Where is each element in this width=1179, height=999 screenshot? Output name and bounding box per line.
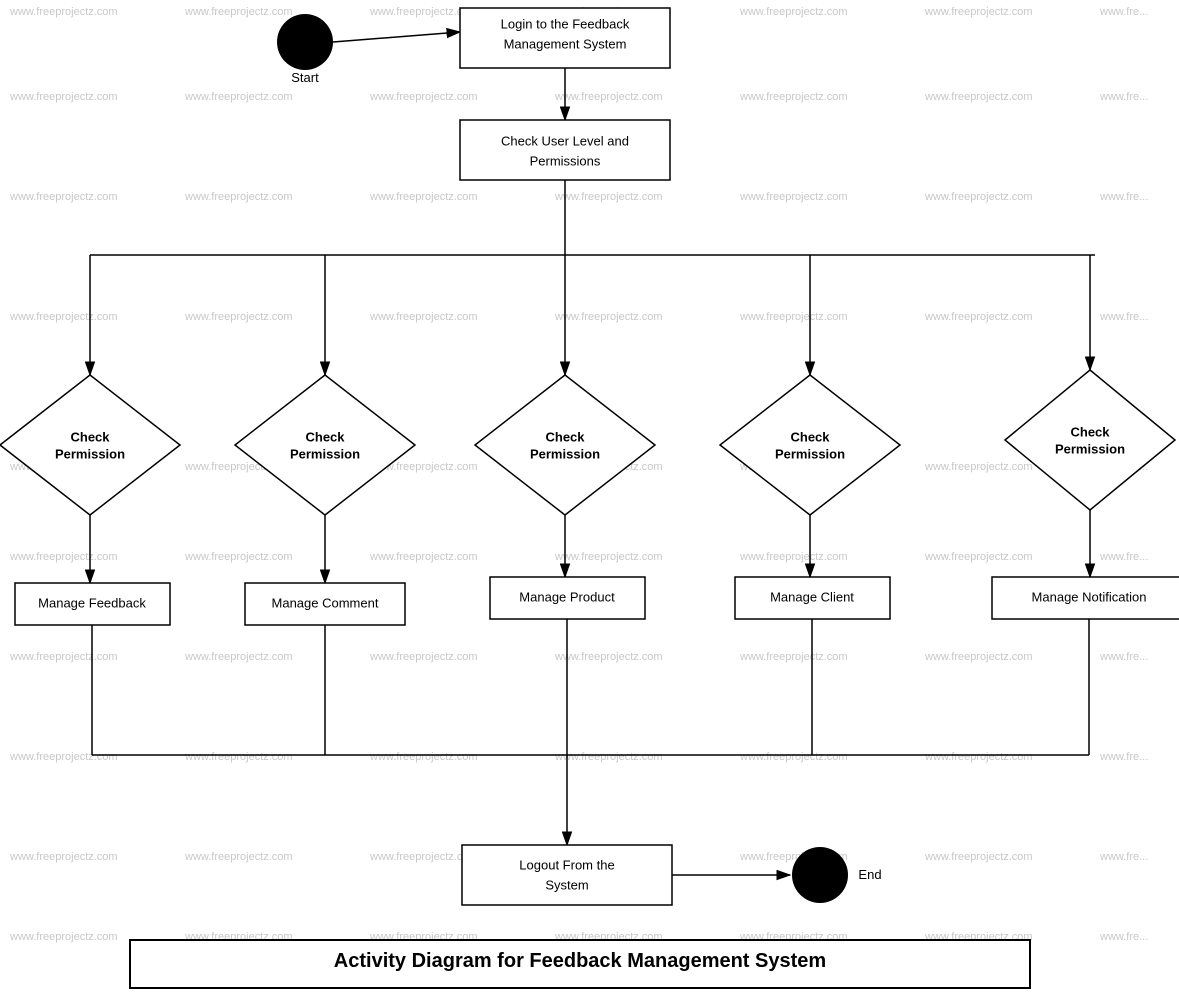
diamond3 — [475, 375, 655, 515]
svg-text:www.freeprojectz.com: www.freeprojectz.com — [184, 551, 293, 563]
svg-text:www.freeprojectz.com: www.freeprojectz.com — [554, 551, 663, 563]
svg-text:www.freeprojectz.com: www.freeprojectz.com — [924, 551, 1033, 563]
svg-text:www.freeprojectz.com: www.freeprojectz.com — [9, 311, 118, 323]
svg-text:www.freeprojectz.com: www.freeprojectz.com — [554, 751, 663, 763]
svg-text:www.freeprojectz.com: www.freeprojectz.com — [369, 751, 478, 763]
diamond5-text2: Permission — [1055, 441, 1125, 456]
logout-text2: System — [545, 877, 588, 892]
svg-text:www.freeprojectz.com: www.freeprojectz.com — [184, 751, 293, 763]
svg-text:www.freeprojectz.com: www.freeprojectz.com — [924, 311, 1033, 323]
diamond5 — [1005, 370, 1175, 510]
manage-client-text: Manage Client — [770, 589, 854, 604]
svg-text:www.freeprojectz.com: www.freeprojectz.com — [739, 91, 848, 103]
check-level-box — [460, 120, 670, 180]
svg-text:www.freeprojectz.com: www.freeprojectz.com — [924, 6, 1033, 18]
svg-text:www.fre...: www.fre... — [1099, 191, 1148, 203]
svg-text:www.freeprojectz.com: www.freeprojectz.com — [9, 91, 118, 103]
svg-text:www.freeprojectz.com: www.freeprojectz.com — [924, 91, 1033, 103]
manage-comment-text: Manage Comment — [272, 595, 379, 610]
svg-text:www.freeprojectz.com: www.freeprojectz.com — [554, 651, 663, 663]
svg-text:www.freeprojectz.com: www.freeprojectz.com — [924, 651, 1033, 663]
diamond1 — [0, 375, 180, 515]
svg-text:www.freeprojectz.com: www.freeprojectz.com — [739, 751, 848, 763]
login-text-line1: Login to the Feedback — [501, 16, 630, 31]
end-circle — [792, 847, 848, 903]
svg-text:www.fre...: www.fre... — [1099, 551, 1148, 563]
logout-text1: Logout From the — [519, 857, 614, 872]
svg-text:www.freeprojectz.com: www.freeprojectz.com — [924, 751, 1033, 763]
svg-text:www.freeprojectz.com: www.freeprojectz.com — [739, 311, 848, 323]
check-level-text2: Permissions — [530, 153, 601, 168]
diagram-container: www.freeprojectz.com www.freeprojectz.co… — [0, 0, 1179, 994]
diamond2-text1: Check — [305, 429, 345, 444]
diamond4-text2: Permission — [775, 446, 845, 461]
svg-text:www.freeprojectz.com: www.freeprojectz.com — [9, 751, 118, 763]
manage-feedback-text: Manage Feedback — [38, 595, 146, 610]
svg-text:www.freeprojectz.com: www.freeprojectz.com — [369, 551, 478, 563]
login-text-line2: Management System — [504, 36, 627, 51]
svg-text:www.freeprojectz.com: www.freeprojectz.com — [554, 191, 663, 203]
svg-text:www.freeprojectz.com: www.freeprojectz.com — [9, 191, 118, 203]
diamond3-text2: Permission — [530, 446, 600, 461]
logout-box — [462, 845, 672, 905]
svg-text:www.freeprojectz.com: www.freeprojectz.com — [369, 91, 478, 103]
svg-text:www.freeprojectz.com: www.freeprojectz.com — [9, 651, 118, 663]
end-label: End — [858, 867, 881, 882]
svg-text:www.freeprojectz.com: www.freeprojectz.com — [739, 6, 848, 18]
svg-text:www.freeprojectz.com: www.freeprojectz.com — [9, 851, 118, 863]
diamond1-text1: Check — [70, 429, 110, 444]
svg-text:www.freeprojectz.com: www.freeprojectz.com — [9, 931, 118, 943]
svg-text:www.freeprojectz.com: www.freeprojectz.com — [184, 191, 293, 203]
svg-text:www.freeprojectz.com: www.freeprojectz.com — [184, 311, 293, 323]
svg-text:www.freeprojectz.com: www.freeprojectz.com — [924, 461, 1033, 473]
svg-text:www.fre...: www.fre... — [1099, 751, 1148, 763]
svg-text:www.fre...: www.fre... — [1099, 851, 1148, 863]
svg-text:www.freeprojectz.com: www.freeprojectz.com — [184, 651, 293, 663]
svg-text:www.fre...: www.fre... — [1099, 651, 1148, 663]
svg-text:www.freeprojectz.com: www.freeprojectz.com — [369, 191, 478, 203]
diamond2 — [235, 375, 415, 515]
svg-text:www.freeprojectz.com: www.freeprojectz.com — [184, 851, 293, 863]
svg-text:www.freeprojectz.com: www.freeprojectz.com — [554, 91, 663, 103]
svg-text:www.freeprojectz.com: www.freeprojectz.com — [184, 6, 293, 18]
start-circle — [277, 14, 333, 70]
diagram-title: Activity Diagram for Feedback Management… — [334, 950, 826, 972]
diamond4 — [720, 375, 900, 515]
svg-text:www.freeprojectz.com: www.freeprojectz.com — [184, 91, 293, 103]
diamond1-text2: Permission — [55, 446, 125, 461]
svg-text:www.freeprojectz.com: www.freeprojectz.com — [739, 551, 848, 563]
svg-text:www.fre...: www.fre... — [1099, 91, 1148, 103]
svg-text:www.freeprojectz.com: www.freeprojectz.com — [924, 851, 1033, 863]
svg-text:www.freeprojectz.com: www.freeprojectz.com — [924, 191, 1033, 203]
svg-text:www.freeprojectz.com: www.freeprojectz.com — [9, 6, 118, 18]
manage-product-text: Manage Product — [519, 589, 615, 604]
svg-text:www.fre...: www.fre... — [1099, 931, 1148, 943]
svg-text:www.freeprojectz.com: www.freeprojectz.com — [9, 551, 118, 563]
check-level-text1: Check User Level and — [501, 133, 629, 148]
svg-text:www.freeprojectz.com: www.freeprojectz.com — [739, 191, 848, 203]
start-label: Start — [291, 70, 319, 85]
diamond3-text1: Check — [545, 429, 585, 444]
svg-text:www.fre...: www.fre... — [1099, 6, 1148, 18]
svg-text:www.freeprojectz.com: www.freeprojectz.com — [369, 651, 478, 663]
svg-text:www.freeprojectz.com: www.freeprojectz.com — [369, 311, 478, 323]
svg-text:www.freeprojectz.com: www.freeprojectz.com — [554, 311, 663, 323]
manage-notification-text: Manage Notification — [1032, 589, 1147, 604]
svg-text:www.freeprojectz.com: www.freeprojectz.com — [739, 651, 848, 663]
diamond5-text1: Check — [1070, 424, 1110, 439]
diamond2-text2: Permission — [290, 446, 360, 461]
svg-text:www.fre...: www.fre... — [1099, 311, 1148, 323]
diamond4-text1: Check — [790, 429, 830, 444]
